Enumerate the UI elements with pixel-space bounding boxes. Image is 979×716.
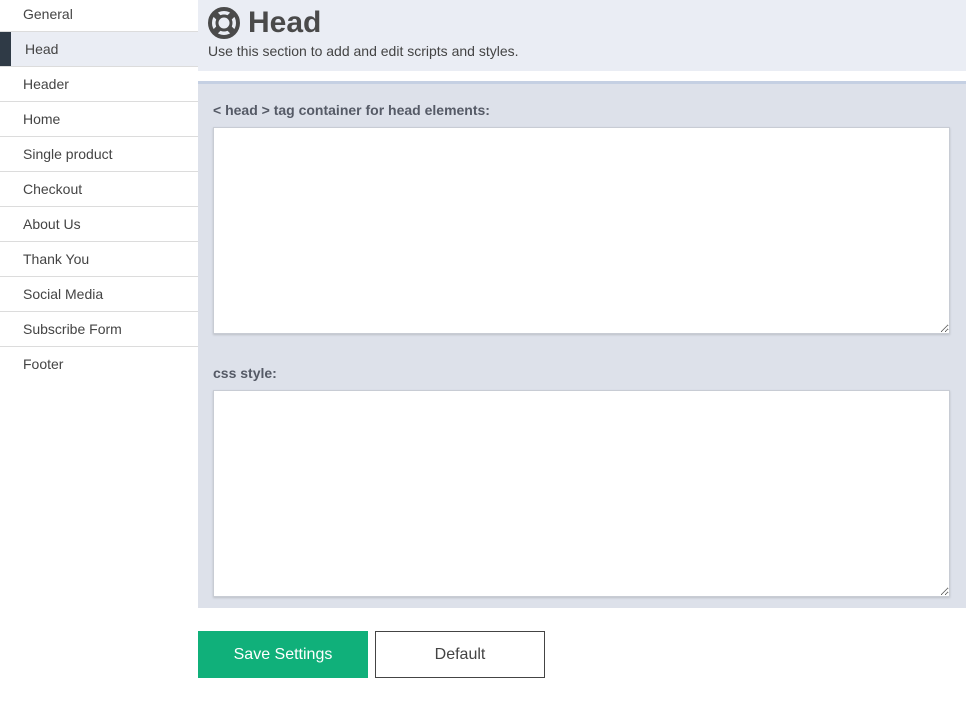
sidebar-item-general[interactable]: General [0, 0, 198, 32]
page-header: Head Use this section to add and edit sc… [198, 0, 966, 71]
sidebar-item-thank-you[interactable]: Thank You [0, 242, 198, 277]
page-title: Head [248, 6, 322, 39]
default-button[interactable]: Default [375, 631, 545, 678]
lifebuoy-icon [208, 7, 240, 39]
save-settings-button[interactable]: Save Settings [198, 631, 368, 678]
sidebar-item-about-us[interactable]: About Us [0, 207, 198, 242]
sidebar-item-home[interactable]: Home [0, 102, 198, 137]
page-title-row: Head [208, 7, 321, 39]
css-style-label: css style: [213, 365, 277, 381]
page-subtitle: Use this section to add and edit scripts… [208, 43, 519, 59]
main-content: Head Use this section to add and edit sc… [198, 0, 966, 608]
sidebar-item-single-product[interactable]: Single product [0, 137, 198, 172]
css-style-textarea[interactable] [213, 390, 950, 597]
sidebar-item-head[interactable]: Head [0, 32, 198, 67]
settings-panel: < head > tag container for head elements… [198, 81, 966, 608]
sidebar-item-footer[interactable]: Footer [0, 347, 198, 381]
sidebar-item-subscribe-form[interactable]: Subscribe Form [0, 312, 198, 347]
sidebar-item-social-media[interactable]: Social Media [0, 277, 198, 312]
settings-app: General Head Header Home Single product … [0, 0, 979, 716]
sidebar-nav: General Head Header Home Single product … [0, 0, 198, 381]
head-container-label: < head > tag container for head elements… [213, 102, 490, 118]
sidebar-item-checkout[interactable]: Checkout [0, 172, 198, 207]
head-container-textarea[interactable] [213, 127, 950, 334]
sidebar-item-header[interactable]: Header [0, 67, 198, 102]
action-buttons: Save Settings Default [198, 631, 545, 678]
